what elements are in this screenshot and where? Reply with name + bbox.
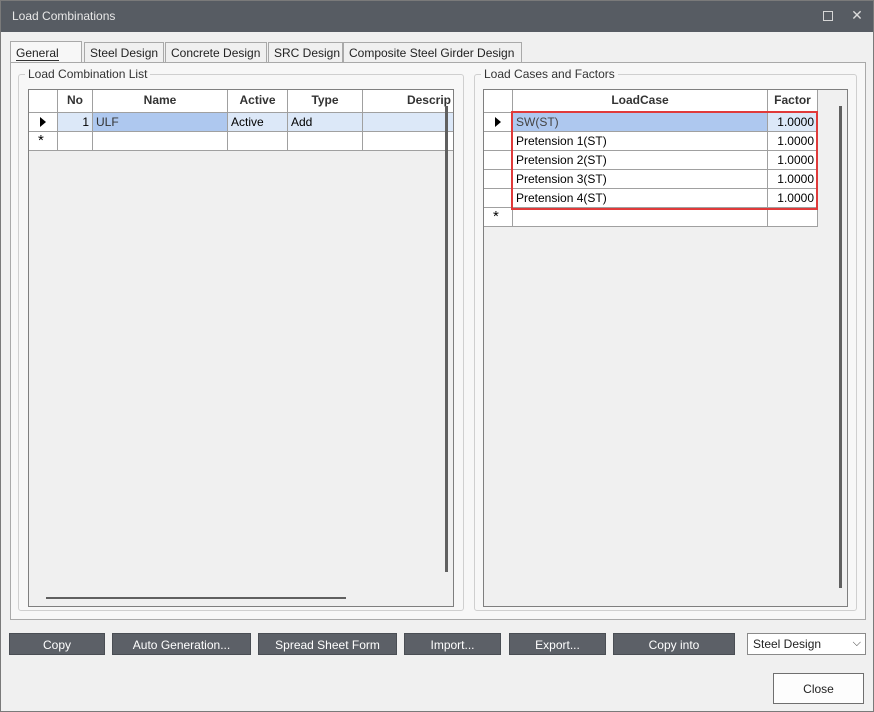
cell-loadcase[interactable]: SW(ST) <box>513 113 768 132</box>
load-combination-list-legend: Load Combination List <box>25 67 151 81</box>
new-row-icon: * <box>493 208 499 225</box>
tab-src-design[interactable]: SRC Design <box>268 42 343 63</box>
cell-factor[interactable]: 1.0000 <box>768 151 818 170</box>
row-header[interactable] <box>484 132 513 151</box>
design-type-value: Steel Design <box>753 637 822 651</box>
close-icon[interactable]: ✕ <box>849 7 865 25</box>
spread-sheet-form-button[interactable]: Spread Sheet Form <box>258 633 397 655</box>
cell-loadcase[interactable] <box>513 208 768 227</box>
cell-type[interactable]: Add <box>288 113 363 132</box>
cell-factor[interactable]: 1.0000 <box>768 170 818 189</box>
cell-active[interactable]: Active <box>228 113 288 132</box>
tab-steel-design[interactable]: Steel Design <box>84 42 164 63</box>
cell-no[interactable]: 1 <box>58 113 93 132</box>
cell-loadcase[interactable]: Pretension 3(ST) <box>513 170 768 189</box>
load-combinations-dialog: Load Combinations ✕ General Steel Design… <box>0 0 874 712</box>
column-header-no[interactable]: No <box>58 90 93 113</box>
column-header-description[interactable]: Descrip <box>363 90 453 113</box>
auto-generation-button[interactable]: Auto Generation... <box>112 633 251 655</box>
copy-into-button[interactable]: Copy into <box>613 633 735 655</box>
cell-name[interactable]: ULF <box>93 113 228 132</box>
column-header-factor[interactable]: Factor <box>768 90 818 113</box>
horizontal-scrollbar[interactable] <box>46 597 346 599</box>
cell-factor[interactable]: 1.0000 <box>768 132 818 151</box>
tab-composite-steel-girder-design[interactable]: Composite Steel Girder Design <box>343 42 522 63</box>
row-header[interactable] <box>484 170 513 189</box>
current-row-indicator[interactable] <box>484 113 513 132</box>
copy-button[interactable]: Copy <box>9 633 105 655</box>
maximize-icon[interactable] <box>819 7 835 25</box>
row-header[interactable] <box>484 189 513 208</box>
load-cases-factors-legend: Load Cases and Factors <box>481 67 618 81</box>
cell-factor[interactable]: 1.0000 <box>768 189 818 208</box>
tab-concrete-design[interactable]: Concrete Design <box>165 42 267 63</box>
new-row-indicator[interactable]: * <box>29 132 58 151</box>
tab-general[interactable]: General <box>10 41 82 63</box>
cell-loadcase[interactable]: Pretension 4(ST) <box>513 189 768 208</box>
row-header-corner <box>484 90 513 113</box>
cell-description[interactable] <box>363 113 453 132</box>
column-header-name[interactable]: Name <box>93 90 228 113</box>
cell-type[interactable] <box>288 132 363 151</box>
cell-description[interactable] <box>363 132 453 151</box>
title-bar: Load Combinations ✕ <box>1 1 873 32</box>
cell-factor[interactable]: 1.0000 <box>768 113 818 132</box>
cell-loadcase[interactable]: Pretension 1(ST) <box>513 132 768 151</box>
row-header[interactable] <box>484 151 513 170</box>
export-button[interactable]: Export... <box>509 633 606 655</box>
column-header-active[interactable]: Active <box>228 90 288 113</box>
column-header-type[interactable]: Type <box>288 90 363 113</box>
row-pointer-icon <box>495 117 501 127</box>
vertical-scrollbar[interactable] <box>839 106 842 588</box>
cell-no[interactable] <box>58 132 93 151</box>
load-combination-grid[interactable]: No Name Active Type Descrip 1 ULF Active… <box>28 89 454 607</box>
cell-active[interactable] <box>228 132 288 151</box>
new-row-indicator[interactable]: * <box>484 208 513 227</box>
cell-name[interactable] <box>93 132 228 151</box>
column-header-loadcase[interactable]: LoadCase <box>513 90 768 113</box>
cell-factor[interactable] <box>768 208 818 227</box>
vertical-scrollbar[interactable] <box>445 106 448 572</box>
new-row-icon: * <box>38 132 44 149</box>
chevron-down-icon: ⌵ <box>852 637 861 649</box>
design-type-select[interactable]: Steel Design ⌵ <box>747 633 866 655</box>
cell-loadcase[interactable]: Pretension 2(ST) <box>513 151 768 170</box>
row-header-corner <box>29 90 58 113</box>
row-pointer-icon <box>40 117 46 127</box>
load-cases-grid[interactable]: LoadCase Factor SW(ST) 1.0000 Pretension… <box>483 89 848 607</box>
window-title: Load Combinations <box>12 9 116 23</box>
import-button[interactable]: Import... <box>404 633 501 655</box>
close-button[interactable]: Close <box>773 673 864 704</box>
current-row-indicator[interactable] <box>29 113 58 132</box>
